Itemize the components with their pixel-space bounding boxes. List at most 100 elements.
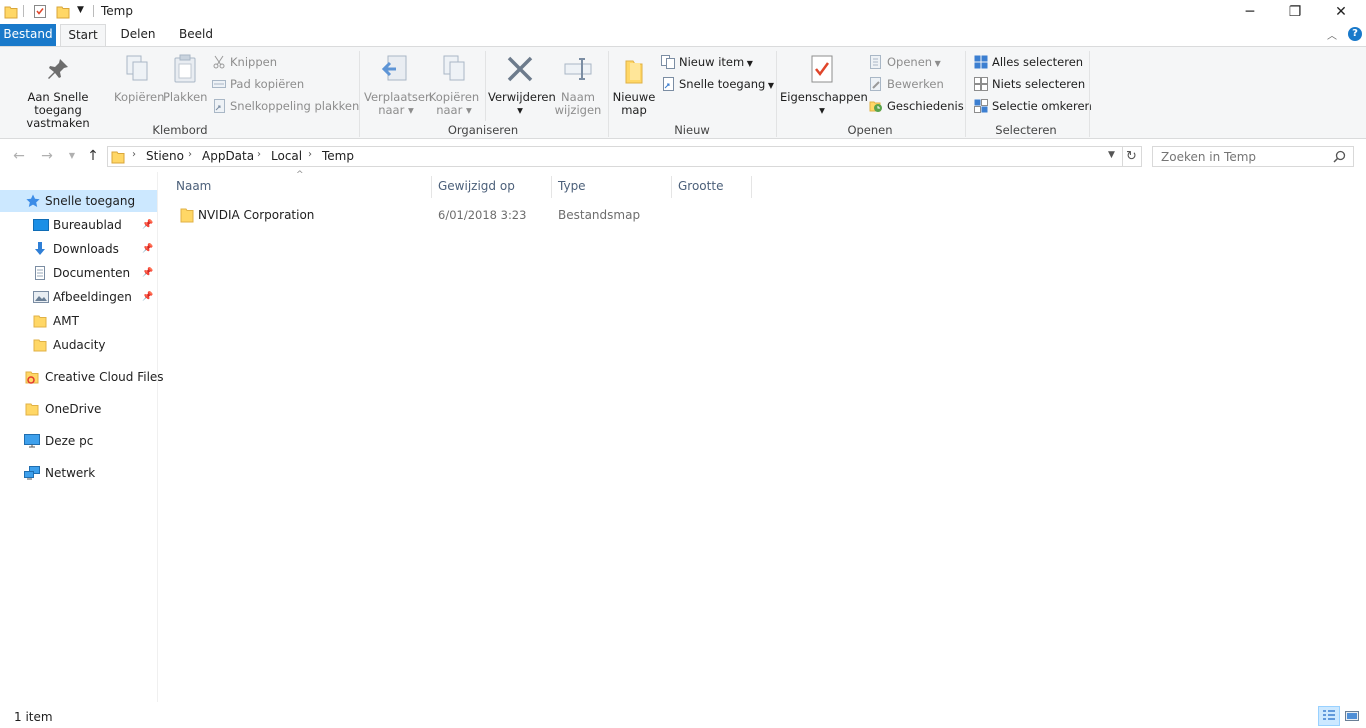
up-arrow-icon[interactable]: ↑ (84, 148, 102, 164)
rename-label: Naam wijzigen (554, 90, 602, 117)
address-dropdown-icon[interactable]: ▼ (1108, 150, 1115, 160)
nav-item-documenten[interactable]: Documenten 📌 (0, 262, 157, 284)
window-title: Temp (101, 4, 133, 18)
properties-button[interactable]: Eigenschappen ▾ (780, 51, 868, 117)
open-button[interactable]: Openen ▼ (869, 52, 941, 72)
group-label-nieuw: Nieuw (674, 123, 710, 137)
copy-path-button[interactable]: Pad kopiëren (212, 74, 304, 94)
pin-icon[interactable]: 📌 (142, 262, 153, 284)
invert-selection-button[interactable]: Selectie omkeren (974, 96, 1092, 116)
pin-icon[interactable]: 📌 (142, 286, 153, 308)
easy-access-label: Snelle toegang (679, 77, 766, 91)
copy-to-icon (438, 53, 470, 85)
nav-item-deze-pc[interactable]: Deze pc (0, 430, 157, 452)
nav-label: Creative Cloud Files (45, 370, 164, 384)
copy-to-button[interactable]: Kopiëren naar ▾ (428, 51, 480, 117)
back-arrow-icon[interactable]: ← (10, 148, 28, 164)
nav-label: Downloads (53, 242, 119, 256)
maximize-button[interactable]: ❐ (1272, 0, 1318, 24)
nav-item-audacity[interactable]: Audacity (0, 334, 157, 356)
shortcut-icon (212, 99, 226, 113)
column-header-grootte[interactable]: Grootte (672, 176, 752, 198)
breadcrumb-chevron-icon[interactable]: › (188, 149, 192, 160)
new-item-icon (661, 55, 675, 69)
nav-item-netwerk[interactable]: Netwerk (0, 462, 157, 484)
nav-item-afbeeldingen[interactable]: Afbeeldingen 📌 (0, 286, 157, 308)
tab-start[interactable]: Start (60, 24, 106, 47)
customize-toolbar-chevron-icon[interactable]: ▼ (77, 5, 84, 15)
help-icon[interactable]: ? (1348, 27, 1362, 41)
breadcrumb-stieno[interactable]: Stieno (146, 149, 184, 163)
file-name: NVIDIA Corporation (198, 208, 315, 222)
nav-item-snelle-toegang[interactable]: Snelle toegang (0, 190, 157, 212)
table-row[interactable]: NVIDIA Corporation 6/01/2018 3:23 Bestan… (176, 205, 756, 227)
breadcrumb-chevron-icon[interactable]: › (308, 149, 312, 160)
collapse-ribbon-icon[interactable]: ︿ (1327, 27, 1337, 42)
paste-shortcut-button[interactable]: Snelkoppeling plakken (212, 96, 359, 116)
delete-button[interactable]: Verwijderen ▾ (488, 51, 556, 117)
move-to-icon (380, 53, 412, 85)
details-view-button[interactable] (1318, 706, 1340, 726)
recent-locations-chevron-icon[interactable]: ▼ (63, 148, 81, 164)
new-folder-button[interactable]: Nieuwe map (612, 51, 656, 117)
group-separator (608, 51, 609, 137)
nav-item-onedrive[interactable]: OneDrive (0, 398, 157, 420)
pin-icon[interactable]: 📌 (142, 238, 153, 260)
pin-quick-access-button[interactable]: Aan Snelle toegang vastmaken (4, 51, 112, 130)
large-icons-view-icon (1345, 709, 1359, 723)
new-folder-label: Nieuwe map (612, 90, 656, 117)
paste-button[interactable]: Plakken (163, 51, 207, 104)
tab-beeld[interactable]: Beeld (174, 24, 218, 46)
cut-button[interactable]: Knippen (212, 52, 277, 72)
pin-icon[interactable]: 📌 (142, 214, 153, 236)
breadcrumb-chevron-icon[interactable]: › (257, 149, 261, 160)
ribbon: Aan Snelle toegang vastmaken Kopiëren Pl… (0, 46, 1366, 139)
column-header-gewijzigd-op[interactable]: Gewijzigd op (432, 176, 552, 198)
nav-label: OneDrive (45, 402, 102, 416)
close-button[interactable]: ✕ (1318, 0, 1364, 24)
select-all-button[interactable]: Alles selecteren (974, 52, 1083, 72)
edit-button[interactable]: Bewerken (869, 74, 944, 94)
creative-cloud-icon (25, 370, 39, 384)
move-to-button[interactable]: Verplaatsen naar ▾ (364, 51, 432, 117)
file-modified: 6/01/2018 3:23 (438, 208, 527, 222)
easy-access-button[interactable]: Snelle toegang ▼ (661, 74, 774, 94)
new-item-button[interactable]: Nieuw item ▼ (661, 52, 753, 72)
nav-item-downloads[interactable]: Downloads 📌 (0, 238, 157, 260)
folder-icon (4, 4, 18, 19)
new-item-label: Nieuw item (679, 55, 745, 69)
invert-selection-label: Selectie omkeren (992, 99, 1092, 113)
select-none-label: Niets selecteren (992, 77, 1086, 91)
nav-item-creative-cloud-files[interactable]: Creative Cloud Files (0, 366, 164, 388)
copy-button[interactable]: Kopiëren (114, 51, 164, 104)
tab-delen[interactable]: Delen (116, 24, 160, 46)
history-button[interactable]: Geschiedenis (869, 96, 964, 116)
search-input[interactable] (1152, 146, 1354, 167)
tab-bestand[interactable]: Bestand (0, 24, 56, 46)
address-bar[interactable]: › Stieno › AppData › Local › Temp ▼ (107, 146, 1123, 167)
nav-item-amt[interactable]: AMT (0, 310, 157, 332)
paste-shortcut-label: Snelkoppeling plakken (230, 99, 360, 113)
nav-label: Afbeeldingen (53, 290, 132, 304)
new-folder-icon[interactable] (56, 4, 70, 19)
properties-icon[interactable] (33, 4, 47, 19)
desktop-icon (33, 218, 49, 232)
forward-arrow-icon[interactable]: → (38, 148, 56, 164)
minimize-button[interactable]: ─ (1227, 0, 1273, 24)
rename-button[interactable]: Naam wijzigen (552, 51, 604, 117)
column-header-type[interactable]: Type (552, 176, 672, 198)
breadcrumb-chevron-icon[interactable]: › (132, 149, 136, 160)
pin-quick-access-label: Aan Snelle toegang vastmaken (26, 90, 90, 130)
breadcrumb-temp[interactable]: Temp (322, 149, 354, 163)
title-bar: ▼ Temp ─ ❐ ✕ (0, 0, 1366, 24)
large-icons-view-button[interactable] (1341, 706, 1363, 726)
nav-item-bureaublad[interactable]: Bureaublad 📌 (0, 214, 157, 236)
pane-divider[interactable] (157, 172, 158, 702)
folder-icon (33, 338, 47, 352)
breadcrumb-local[interactable]: Local (271, 149, 302, 163)
breadcrumb-appdata[interactable]: AppData (202, 149, 254, 163)
refresh-icon[interactable]: ↻ (1122, 146, 1142, 167)
select-none-button[interactable]: Niets selecteren (974, 74, 1085, 94)
group-label-openen: Openen (847, 123, 893, 137)
column-header-naam[interactable]: Naam (170, 176, 432, 198)
